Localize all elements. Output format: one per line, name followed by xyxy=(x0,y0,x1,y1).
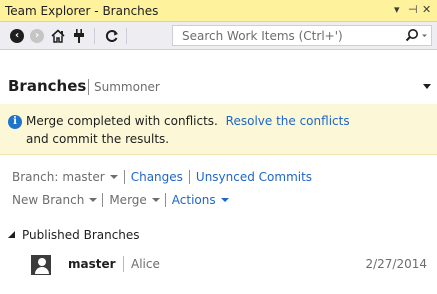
branch-selector[interactable]: master xyxy=(62,170,104,184)
chevron-down-icon[interactable] xyxy=(109,175,118,179)
notification-message: Merge completed with conflicts. Resolve … xyxy=(26,114,350,128)
notification-text-continued: and commit the results. xyxy=(26,132,170,146)
list-item[interactable]: master Alice 2/27/2014 xyxy=(0,252,437,276)
chevron-down-icon[interactable] xyxy=(220,198,229,202)
chevron-down-icon[interactable] xyxy=(423,84,431,89)
link-separator xyxy=(123,170,125,184)
home-icon[interactable] xyxy=(49,27,67,45)
actions-menu[interactable]: Actions xyxy=(172,193,216,207)
page-title[interactable]: Branches xyxy=(8,77,86,95)
notification-bar: i Merge completed with conflicts. Resolv… xyxy=(0,104,437,155)
link-separator xyxy=(164,193,166,207)
chevron-down-icon[interactable] xyxy=(89,198,98,202)
connect-plug-icon[interactable] xyxy=(70,27,88,45)
forward-arrow-icon[interactable]: › xyxy=(28,27,46,45)
repository-name[interactable]: Summoner xyxy=(94,80,160,94)
resolve-conflicts-link[interactable]: Resolve the conflicts xyxy=(226,114,350,128)
toolbar-separator xyxy=(126,28,127,44)
window-title-bar: Team Explorer - Branches ▾ ⊣ ✕ xyxy=(0,0,437,22)
pin-icon[interactable]: ⊣ xyxy=(408,3,418,17)
toolbar: ‹ › Search Work Items (Ctrl+') xyxy=(0,22,437,50)
new-branch-button[interactable]: New Branch xyxy=(12,193,84,207)
branch-separator xyxy=(123,256,124,272)
title-separator xyxy=(88,79,89,95)
search-work-items-input[interactable]: Search Work Items (Ctrl+') xyxy=(172,25,432,46)
changes-link[interactable]: Changes xyxy=(131,170,183,184)
info-icon: i xyxy=(8,115,22,129)
section-title: Published Branches xyxy=(22,228,140,242)
refresh-icon[interactable] xyxy=(103,27,121,45)
branch-label: Branch: xyxy=(12,170,59,184)
search-icon[interactable] xyxy=(403,27,429,44)
toolbar-separator xyxy=(94,28,95,44)
window-title: Team Explorer - Branches xyxy=(5,4,159,18)
back-arrow-icon[interactable]: ‹ xyxy=(8,27,26,45)
branch-actions-row: New Branch Merge Actions xyxy=(0,191,437,209)
branch-date: 2/27/2014 xyxy=(365,257,427,271)
search-placeholder: Search Work Items (Ctrl+') xyxy=(182,29,343,43)
dropdown-menu-icon[interactable]: ▾ xyxy=(394,3,400,17)
merge-button[interactable]: Merge xyxy=(109,193,146,207)
chevron-down-icon[interactable] xyxy=(151,198,160,202)
page-header: Branches Summoner xyxy=(0,50,437,102)
branch-author: Alice xyxy=(131,257,160,271)
branch-navigation-row: Branch: master Changes Unsynced Commits xyxy=(0,168,437,186)
notification-text: Merge completed with conflicts. xyxy=(26,114,218,128)
published-branches-section-header[interactable]: Published Branches xyxy=(0,226,437,244)
branch-name: master xyxy=(68,257,116,271)
link-separator xyxy=(188,170,190,184)
collapse-triangle-icon[interactable] xyxy=(7,231,16,239)
link-separator xyxy=(102,193,104,207)
avatar xyxy=(31,255,51,275)
close-icon[interactable]: ✕ xyxy=(422,3,431,17)
unsynced-commits-link[interactable]: Unsynced Commits xyxy=(196,170,312,184)
